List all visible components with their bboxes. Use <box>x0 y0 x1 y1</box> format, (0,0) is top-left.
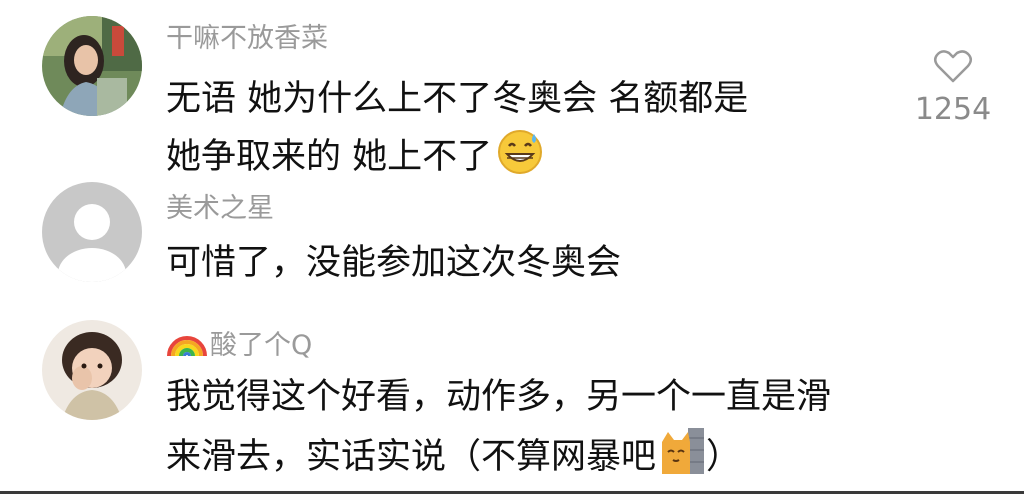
closing-paren: ） <box>706 437 742 477</box>
comment-line: 来滑去，实话实说（不算网暴吧 ） <box>166 426 831 494</box>
comment-item: 酸了个Q 我觉得这个好看，动作多，另一个一直是滑 来滑去，实话实说（不算网暴吧 … <box>0 310 1024 494</box>
comment-line-text: 她争取来的 她上不了 <box>166 137 493 177</box>
avatar[interactable] <box>42 320 142 420</box>
comment-line: 我觉得这个好看，动作多，另一个一直是滑 <box>166 377 832 417</box>
like-count: 1254 <box>914 92 992 127</box>
like-button[interactable]: 1254 <box>908 48 998 127</box>
comment-line-text: 来滑去，实话实说（不算网暴吧 <box>166 437 657 477</box>
username[interactable]: 干嘛不放香菜 <box>166 22 328 56</box>
cat-peeking-emoji <box>660 426 706 494</box>
comment-text: 无语 她为什么上不了冬奥会 名额都是 她争取来的 她上不了 <box>166 70 748 194</box>
username[interactable]: 美术之星 <box>166 192 274 226</box>
avatar[interactable] <box>42 16 142 116</box>
comment-item: 美术之星 可惜了，没能参加这次冬奥会 <box>0 180 1024 300</box>
heart-outline-icon <box>934 50 972 83</box>
comment-line: 无语 她为什么上不了冬奥会 名额都是 <box>166 79 749 119</box>
rainbow-emoji <box>166 324 208 358</box>
default-user-avatar[interactable] <box>42 182 142 282</box>
comment-text: 可惜了，没能参加这次冬奥会 <box>166 234 621 292</box>
comment-item: 干嘛不放香菜 无语 她为什么上不了冬奥会 名额都是 她争取来的 她上不了 125… <box>0 0 1024 190</box>
comment-text: 我觉得这个好看，动作多，另一个一直是滑 来滑去，实话实说（不算网暴吧 ） <box>166 368 831 494</box>
username: 酸了个Q <box>210 330 313 361</box>
comment-list: 干嘛不放香菜 无语 她为什么上不了冬奥会 名额都是 她争取来的 她上不了 125… <box>0 0 1024 494</box>
comment-line: 可惜了，没能参加这次冬奥会 <box>166 243 622 283</box>
username-row[interactable]: 酸了个Q <box>166 324 312 363</box>
